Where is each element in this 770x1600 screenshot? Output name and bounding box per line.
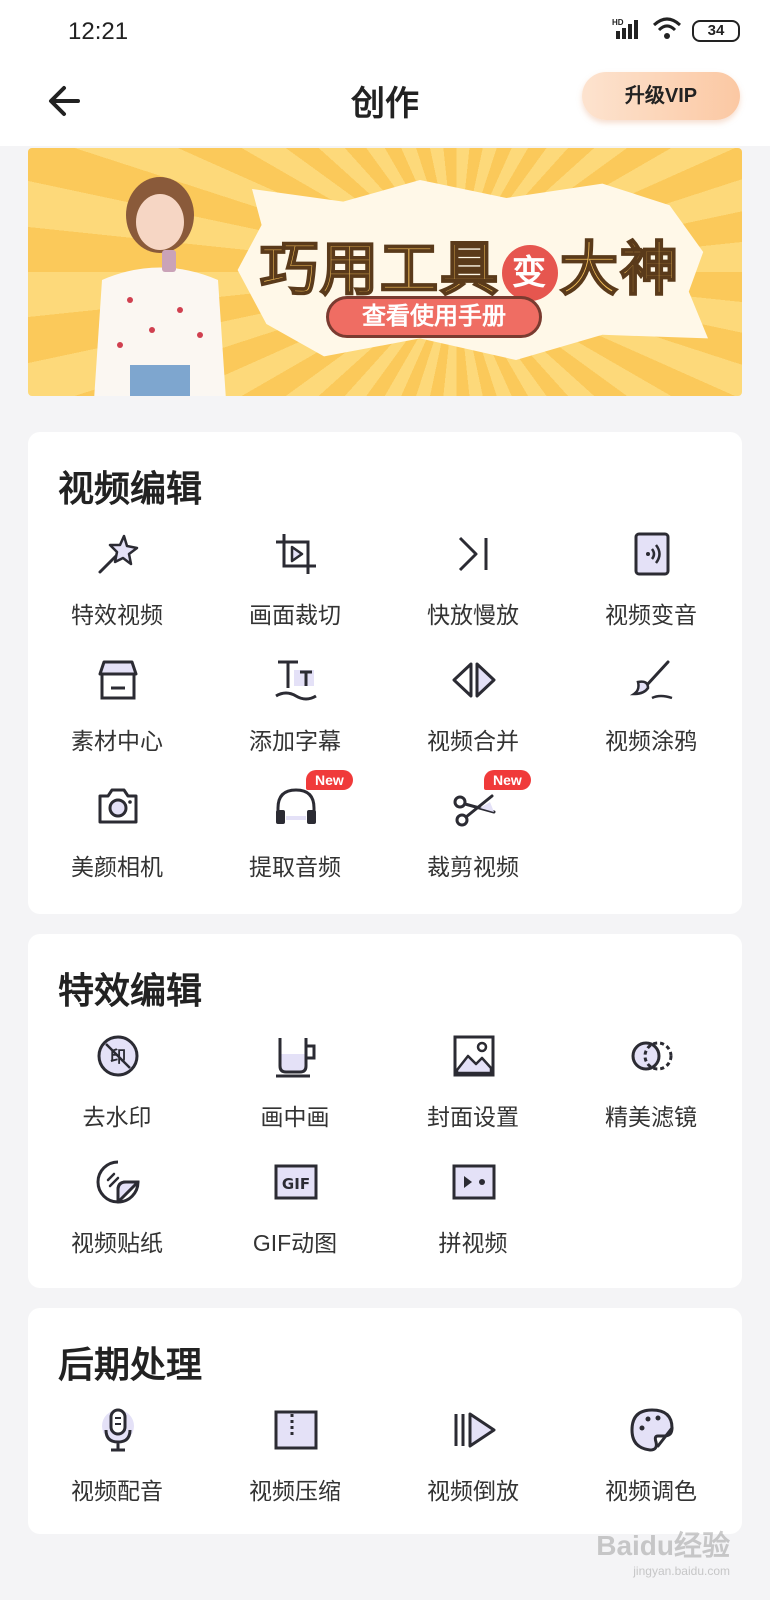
status-time: 12:21: [68, 18, 129, 45]
new-badge: New: [306, 770, 353, 790]
microphone-icon: [102, 1408, 134, 1452]
cover-image-icon: [453, 1035, 495, 1077]
compress-icon: [274, 1410, 318, 1450]
tool-picture-in-picture[interactable]: 画中画: [206, 1032, 384, 1142]
tool-label: 视频调色: [605, 1478, 697, 1504]
baidu-watermark: Baidu经验 jingyan.baidu.com: [596, 1524, 730, 1578]
section-title: 后期处理: [58, 1344, 203, 1385]
tool-label: 裁剪视频: [427, 854, 519, 880]
svg-text:GIF: GIF: [282, 1175, 310, 1193]
merge-icon: [452, 662, 496, 698]
upgrade-vip-button[interactable]: 升级VIP: [582, 72, 740, 120]
tool-dubbing[interactable]: 视频配音: [28, 1406, 206, 1516]
tool-color-grading[interactable]: 视频调色: [562, 1406, 740, 1516]
sticker-icon: [96, 1160, 140, 1204]
tool-label: 素材中心: [71, 728, 163, 754]
view-manual-button[interactable]: 查看使用手册: [326, 296, 542, 338]
tool-collage-video[interactable]: 拼视频: [384, 1158, 562, 1268]
subtitle-icon: [275, 660, 317, 701]
tool-trim-video[interactable]: New 裁剪视频: [384, 770, 562, 892]
tool-extract-audio[interactable]: New 提取音频: [206, 770, 384, 892]
tool-filter[interactable]: 精美滤镜: [562, 1032, 740, 1142]
tool-remove-watermark[interactable]: 印 去水印: [28, 1032, 206, 1142]
pip-cup-icon: [276, 1038, 316, 1078]
banner-title-part2: 大神: [559, 234, 681, 304]
gif-icon: GIF: [274, 1164, 318, 1200]
reverse-play-icon: [454, 1412, 496, 1448]
voice-change-icon: [634, 532, 670, 576]
tool-label: GIF动图: [252, 1230, 338, 1256]
banner-model-illustration: [90, 160, 230, 396]
banner-title: 巧用工具变大神: [259, 222, 681, 306]
wifi-icon: [652, 16, 682, 45]
tool-cover-setting[interactable]: 封面设置: [384, 1032, 562, 1142]
banner-title-part1: 巧用工具: [259, 234, 501, 304]
tool-label: 添加字幕: [249, 728, 341, 754]
filter-icon: [631, 1041, 673, 1071]
signal-icon: HD: [612, 17, 642, 44]
section-video-edit: 视频编辑 特效视频 画面裁切 快放慢放 视频变音 素材中心 添加字幕 视频合并 …: [28, 432, 742, 914]
tool-material-center[interactable]: 素材中心: [28, 656, 206, 766]
crop-icon: [276, 534, 316, 574]
tool-graffiti[interactable]: 视频涂鸦: [562, 656, 740, 766]
tool-speed[interactable]: 快放慢放: [384, 530, 562, 640]
store-icon: [98, 660, 138, 700]
tool-label: 画中画: [260, 1104, 330, 1130]
status-icons: HD 34: [612, 16, 740, 45]
tool-sticker[interactable]: 视频贴纸: [28, 1158, 206, 1268]
tool-label: 视频涂鸦: [605, 728, 697, 754]
new-badge: New: [484, 770, 531, 790]
palette-icon: [630, 1408, 674, 1452]
tool-add-subtitle[interactable]: 添加字幕: [206, 656, 384, 766]
tool-label: 特效视频: [71, 602, 163, 628]
tool-label: 精美滤镜: [605, 1104, 697, 1130]
tool-label: 封面设置: [427, 1104, 519, 1130]
watermark-brand: Baidu经验: [596, 1530, 730, 1561]
watermark-url: jingyan.baidu.com: [633, 1564, 730, 1578]
section-post-processing: 后期处理 视频配音 视频压缩 视频倒放 视频调色: [28, 1308, 742, 1534]
svg-text:印: 印: [110, 1048, 126, 1066]
tool-merge[interactable]: 视频合并: [384, 656, 562, 766]
tool-label: 视频合并: [427, 728, 519, 754]
battery-icon: 34: [692, 19, 740, 42]
top-app-bar: 创作 升级VIP: [0, 62, 770, 146]
section-title: 特效编辑: [58, 970, 203, 1011]
tool-compress[interactable]: 视频压缩: [206, 1406, 384, 1516]
speed-icon: [458, 536, 488, 572]
tool-effects-video[interactable]: 特效视频: [28, 530, 206, 640]
tool-label: 视频贴纸: [71, 1230, 163, 1256]
tool-gif[interactable]: GIF GIF动图: [206, 1158, 384, 1268]
tool-crop[interactable]: 画面裁切: [206, 530, 384, 640]
tool-label: 画面裁切: [249, 602, 341, 628]
camera-icon: [98, 788, 138, 824]
tool-label: 快放慢放: [427, 602, 519, 628]
remove-watermark-icon: 印: [97, 1035, 139, 1077]
tool-label: 去水印: [82, 1104, 152, 1130]
tool-label: 提取音频: [249, 854, 341, 880]
collage-video-icon: [452, 1164, 496, 1200]
network-type-label: HD: [612, 18, 624, 27]
tool-beauty-camera[interactable]: 美颜相机: [28, 782, 206, 892]
tool-voice-change[interactable]: 视频变音: [562, 530, 740, 640]
banner-title-badge: 变: [502, 244, 559, 301]
tool-label: 视频变音: [605, 602, 697, 628]
tool-label: 视频配音: [71, 1478, 163, 1504]
section-effects-edit: 特效编辑 印 去水印 画中画 封面设置 精美滤镜 视频贴纸 GIF GIF动图 …: [28, 934, 742, 1288]
tool-label: 视频倒放: [427, 1478, 519, 1504]
tool-reverse[interactable]: 视频倒放: [384, 1406, 562, 1516]
status-bar: 12:21 HD 34: [0, 0, 770, 62]
section-title: 视频编辑: [58, 468, 203, 509]
promo-banner[interactable]: 巧用工具变大神 查看使用手册: [28, 148, 742, 396]
tool-label: 视频压缩: [249, 1478, 341, 1504]
tool-label: 拼视频: [438, 1230, 508, 1256]
brush-icon: [629, 660, 673, 700]
magic-wand-icon: [98, 534, 139, 574]
tool-label: 美颜相机: [71, 854, 163, 880]
